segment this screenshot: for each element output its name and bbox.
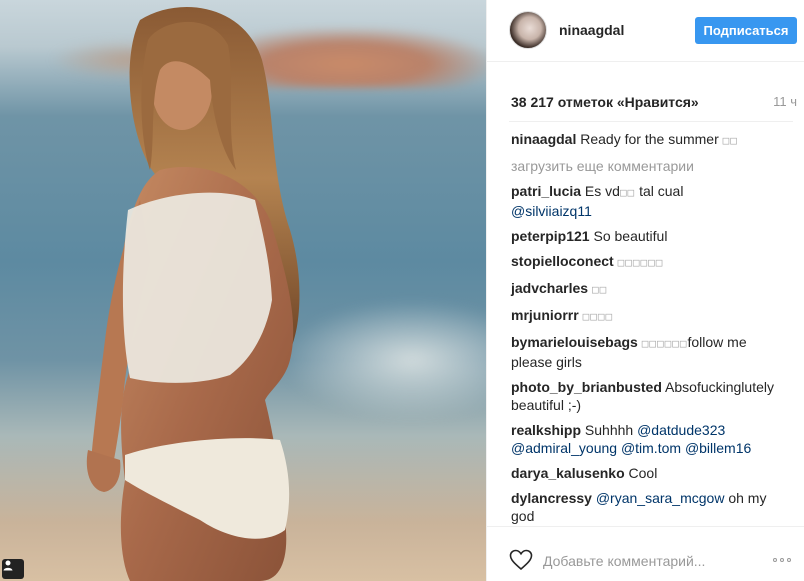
mention-link[interactable]: @ryan_sara_mcgow xyxy=(596,490,725,506)
list-item: photo_by_brianbusted Absofuckinglutely b… xyxy=(511,378,791,414)
comment-username[interactable]: jadvcharles xyxy=(511,280,588,296)
divider xyxy=(509,121,793,122)
comment-username[interactable]: peterpip121 xyxy=(511,228,590,244)
comment-emoji: □□□□□□ xyxy=(641,337,688,350)
mention-link[interactable]: @tim.tom xyxy=(621,440,681,456)
mention-link[interactable]: @datdude323 xyxy=(637,422,725,438)
mention-link[interactable]: @admiral_young xyxy=(511,440,617,456)
list-item: jadvcharles □□ xyxy=(511,279,791,299)
comment-emoji: □□ xyxy=(591,283,608,296)
comment-emoji: □□□□ xyxy=(582,310,614,323)
comment-text: So beautiful xyxy=(593,228,668,244)
comment-username[interactable]: realkshipp xyxy=(511,422,581,438)
comment-composer xyxy=(487,526,804,581)
comment-text: Es vd xyxy=(584,183,620,199)
comment-text: tal cual xyxy=(639,183,684,199)
mention-link[interactable]: @silviiaizq11 xyxy=(511,203,592,219)
comment-username[interactable]: stopielloconect xyxy=(511,253,614,269)
post-header: ninaagdal Подписаться xyxy=(487,0,804,62)
likes-count[interactable]: 38 217 отметок «Нравится» xyxy=(511,94,699,110)
comment-username[interactable]: darya_kalusenko xyxy=(511,465,625,481)
mention-link[interactable]: @billem16 xyxy=(685,440,751,456)
load-more-comments-link[interactable]: загрузить еще комментарии xyxy=(511,157,791,175)
author-username[interactable]: ninaagdal xyxy=(559,22,624,38)
follow-button[interactable]: Подписаться xyxy=(695,17,797,44)
comment-username[interactable]: photo_by_brianbusted xyxy=(511,379,662,395)
comment-username[interactable]: mrjuniorrr xyxy=(511,307,579,323)
avatar[interactable] xyxy=(509,11,547,49)
more-options-icon[interactable] xyxy=(773,558,791,562)
photo-subject xyxy=(86,7,300,581)
caption: ninaagdal Ready for the summer □□ xyxy=(511,130,791,150)
list-item: bymarielouisebags □□□□□□follow me please… xyxy=(511,333,791,371)
comment-emoji: □□□□□□ xyxy=(617,256,664,269)
comment-username[interactable]: patri_lucia xyxy=(511,183,581,199)
comment-emoji: □□ xyxy=(619,186,636,199)
comment-text: Cool xyxy=(628,465,658,481)
list-item: patri_lucia Es vd□□ tal cual @silviiaizq… xyxy=(511,182,791,220)
list-item: stopielloconect □□□□□□ xyxy=(511,252,791,272)
heart-outline-icon[interactable] xyxy=(509,549,533,571)
post-photo[interactable] xyxy=(0,0,486,581)
person-tag-icon[interactable] xyxy=(2,559,24,579)
comments-list: ninaagdal Ready for the summer □□ загруз… xyxy=(511,130,791,532)
post-stats: 38 217 отметок «Нравится» 11 ч xyxy=(511,94,797,114)
post-timestamp[interactable]: 11 ч xyxy=(773,94,797,109)
comment-username[interactable]: bymarielouisebags xyxy=(511,334,638,350)
list-item: darya_kalusenko Cool xyxy=(511,464,791,482)
list-item: peterpip121 So beautiful xyxy=(511,227,791,245)
list-item: realkshipp Suhhhh @datdude323 @admiral_y… xyxy=(511,421,791,457)
add-comment-input[interactable] xyxy=(543,551,763,571)
comment-text: Suhhhh xyxy=(584,422,634,438)
comment-username[interactable]: dylancressy xyxy=(511,490,592,506)
list-item: dylancressy @ryan_sara_mcgow oh my god xyxy=(511,489,791,525)
comment-text: Ready for the summer xyxy=(580,131,719,147)
list-item: mrjuniorrr □□□□ xyxy=(511,306,791,326)
comment-emoji: □□ xyxy=(722,134,738,147)
comment-username[interactable]: ninaagdal xyxy=(511,131,576,147)
post-details-panel: ninaagdal Подписаться 38 217 отметок «Нр… xyxy=(486,0,804,581)
